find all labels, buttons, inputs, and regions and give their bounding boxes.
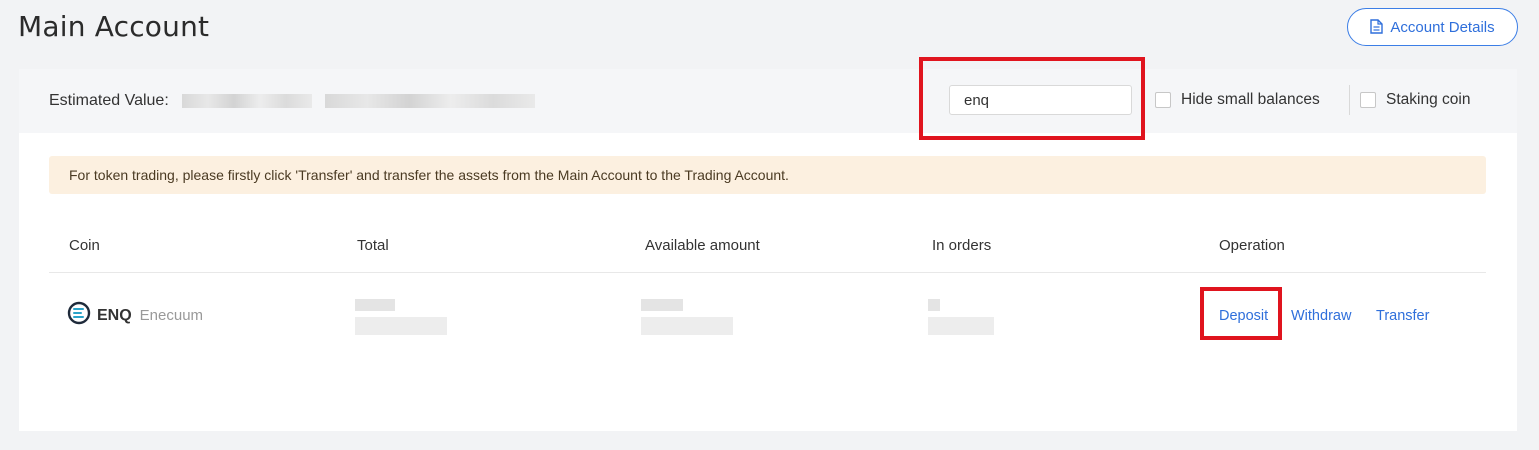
- staking-coin-checkbox[interactable]: [1360, 92, 1376, 108]
- estimated-value-blurred-secondary: [325, 94, 535, 108]
- staking-coin-toggle[interactable]: Staking coin: [1360, 91, 1470, 109]
- total-value-blurred: [355, 299, 395, 311]
- hide-small-balances-toggle[interactable]: Hide small balances: [1155, 91, 1320, 109]
- coin-symbol: ENQ: [97, 306, 132, 324]
- account-details-label: Account Details: [1390, 18, 1495, 36]
- deposit-link[interactable]: Deposit: [1219, 308, 1268, 324]
- estimated-value-label: Estimated Value:: [49, 92, 169, 109]
- total-value-blurred-secondary: [355, 317, 447, 335]
- available-value-blurred: [641, 299, 683, 311]
- in-orders-value-blurred-secondary: [928, 317, 994, 335]
- available-value-blurred-secondary: [641, 317, 733, 335]
- main-account-panel: Estimated Value: Hide small balances Sta…: [19, 69, 1517, 431]
- panel-header: Estimated Value: Hide small balances Sta…: [19, 69, 1517, 133]
- estimated-value-blurred: [182, 94, 312, 108]
- page-title: Main Account: [18, 10, 210, 43]
- account-details-button[interactable]: Account Details: [1347, 8, 1518, 46]
- coin-cell: ENQ Enecuum: [67, 301, 203, 330]
- transfer-notice: For token trading, please firstly click …: [49, 156, 1486, 194]
- document-icon: [1370, 19, 1384, 35]
- column-header-total: Total: [357, 237, 389, 254]
- enq-coin-icon: [67, 301, 91, 330]
- hide-small-balances-checkbox[interactable]: [1155, 92, 1171, 108]
- coin-name: Enecuum: [139, 307, 204, 324]
- in-orders-value-blurred: [928, 299, 940, 311]
- column-header-available: Available amount: [645, 237, 760, 254]
- hide-small-balances-label: Hide small balances: [1181, 91, 1320, 108]
- table-header-divider: [49, 272, 1486, 273]
- column-header-operation: Operation: [1219, 237, 1285, 254]
- staking-coin-label: Staking coin: [1386, 91, 1471, 108]
- column-header-coin: Coin: [69, 237, 100, 254]
- transfer-link[interactable]: Transfer: [1376, 308, 1429, 324]
- coin-search-input[interactable]: [949, 85, 1132, 115]
- header-divider: [1349, 85, 1350, 115]
- column-header-in-orders: In orders: [932, 237, 992, 254]
- withdraw-link[interactable]: Withdraw: [1291, 308, 1351, 324]
